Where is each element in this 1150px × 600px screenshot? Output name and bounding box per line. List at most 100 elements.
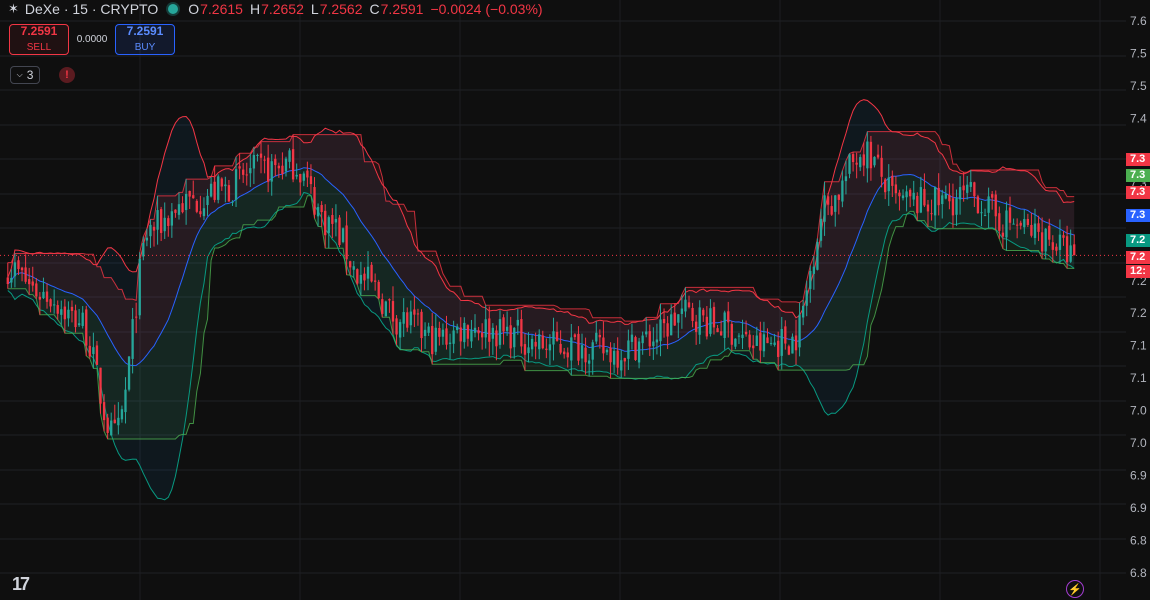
candle-body [566, 352, 569, 358]
candle-body [31, 281, 34, 286]
candle-body [149, 224, 152, 237]
indicators-toggle-button[interactable]: ⌵ 3 [10, 66, 40, 84]
candle-body [951, 198, 955, 216]
candle-body [926, 204, 930, 212]
candle-body [274, 158, 277, 166]
candle-body [555, 331, 559, 341]
candle-body [35, 283, 38, 297]
candle-body [266, 157, 270, 182]
candle-body [477, 330, 480, 334]
candle-body [256, 154, 259, 156]
candle-body [673, 312, 676, 326]
candle-body [381, 299, 384, 314]
tradingview-logo-icon[interactable]: 17 [12, 574, 30, 595]
candle-body [167, 218, 170, 226]
open-value: 7.2615 [200, 1, 243, 17]
buy-price: 7.2591 [126, 24, 164, 38]
chart-header: ✶ DeXe · 15 · CRYPTO O 7.2615 H 7.2652 L 7.… [8, 0, 550, 18]
candle-body [199, 211, 202, 215]
candle-body [206, 195, 209, 206]
candle-body [391, 301, 395, 322]
candle-body [373, 280, 377, 282]
candle-body [120, 409, 124, 420]
price-axis-badge: 7.2 [1126, 251, 1150, 264]
candle-body [420, 311, 423, 339]
candle-body [359, 274, 363, 284]
symbol-text[interactable]: DeXe · 15 · CRYPTO [25, 1, 158, 17]
candle-body [595, 332, 598, 342]
candle-body [587, 360, 591, 364]
candle-body [434, 327, 437, 352]
candle-body [192, 195, 195, 199]
candle-body [1026, 218, 1030, 225]
price-chart[interactable]: 7.6 7.5 7.5 7.4 7.3 7.3 7.2 7.2 7.1 7.1 7.0 7.0 6.9 6… [0, 0, 1150, 600]
candle-body [880, 157, 883, 177]
candle-body [88, 345, 91, 357]
candle-body [77, 323, 81, 326]
candle-body [684, 299, 687, 312]
candle-body [356, 269, 359, 284]
candle-body [102, 402, 106, 421]
candle-body [402, 312, 405, 324]
candle-body [637, 341, 641, 363]
candle-body [1005, 210, 1008, 238]
sell-button[interactable]: 7.2591 SELL [9, 24, 69, 55]
candle-body [755, 335, 758, 346]
candle-body [794, 335, 798, 351]
candle-body [456, 326, 459, 331]
candle-body [170, 211, 174, 226]
candle-body [184, 193, 188, 211]
candle-body [331, 215, 334, 224]
candle-body [744, 331, 748, 335]
candle-body [284, 158, 288, 172]
candle-body [345, 225, 348, 260]
candle-body [213, 181, 216, 200]
candle-body [70, 306, 74, 311]
candle-body [973, 182, 976, 197]
candle-body [559, 343, 562, 353]
candle-body [181, 203, 184, 213]
candle-body [92, 347, 95, 355]
warning-icon[interactable]: ! [59, 67, 75, 83]
candle-body [1065, 236, 1069, 263]
candle-body [1044, 228, 1047, 252]
candle-body [1062, 235, 1065, 238]
candle-body [709, 308, 712, 334]
candle-body [259, 153, 263, 158]
candle-body [598, 334, 602, 338]
candle-body [737, 335, 741, 337]
candle-body [217, 176, 220, 200]
candle-body [712, 306, 716, 328]
candle-body [552, 331, 555, 345]
candle-body [1008, 207, 1012, 223]
candle-body [159, 209, 163, 233]
lightning-icon[interactable]: ⚡ [1066, 580, 1084, 598]
candle-body [291, 149, 295, 180]
candle-body [174, 209, 177, 213]
candle-body [687, 302, 691, 308]
candle-body [505, 326, 509, 331]
candle-body [941, 195, 944, 205]
candle-body [142, 243, 145, 257]
y-tick-label: 7.1 [1130, 371, 1147, 385]
price-axis-badge: 7.3 [1126, 169, 1150, 182]
candle-body [516, 319, 519, 326]
high-value: 7.2652 [261, 1, 304, 17]
candle-body [459, 327, 462, 342]
buy-button[interactable]: 7.2591 BUY [115, 24, 175, 55]
candle-body [602, 337, 605, 354]
price-axis-badge: 7.2 [1126, 234, 1150, 247]
close-label: C [369, 1, 380, 17]
candle-body [466, 325, 470, 339]
y-tick-label: 7.0 [1130, 436, 1147, 450]
candle-body [1015, 224, 1019, 226]
candle-body [891, 175, 894, 186]
candle-body [334, 218, 338, 223]
candle-body [24, 267, 27, 282]
candle-body [919, 187, 923, 213]
candle-body [998, 213, 1001, 231]
candle-body [894, 184, 898, 194]
candle-body [520, 319, 523, 347]
candle-body [741, 334, 744, 339]
candle-body [523, 344, 527, 355]
